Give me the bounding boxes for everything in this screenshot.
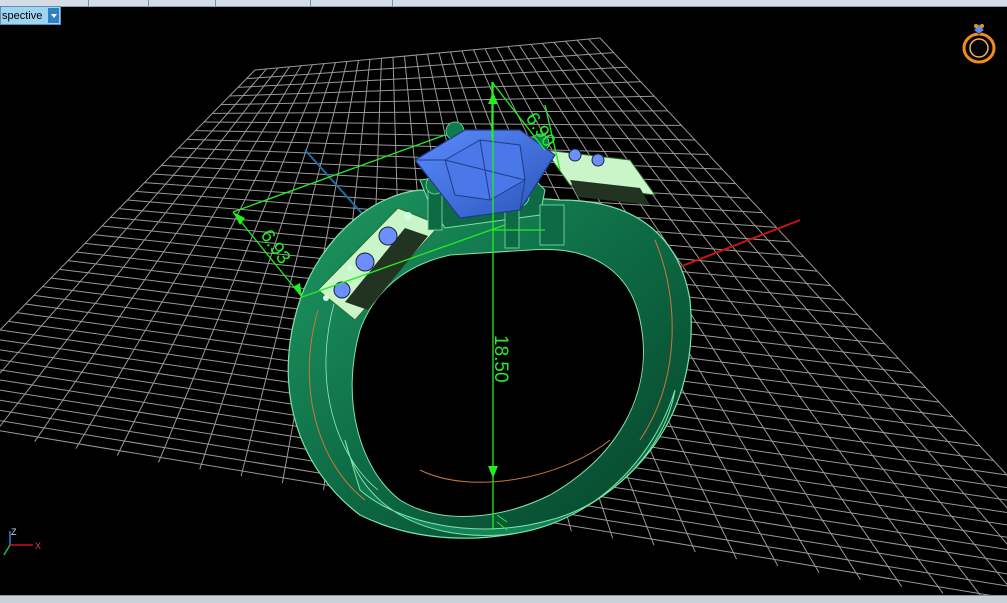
dimension-arrowhead: [293, 283, 302, 297]
side-stone: [569, 149, 581, 161]
ring-navigator-icon[interactable]: [958, 20, 1000, 66]
dimension-label-height: 18.50: [490, 335, 511, 383]
axis-x-label: X: [35, 541, 41, 551]
side-stone: [592, 154, 604, 166]
grid-line: [255, 38, 600, 70]
3d-viewport[interactable]: 6.90 6.93 18.50: [0, 0, 1007, 602]
prong-bead: [323, 295, 329, 301]
dimension-arrowhead: [233, 212, 245, 225]
ring-model[interactable]: [288, 122, 691, 538]
dimension-arrowhead: [488, 92, 498, 104]
grid-line: [0, 70, 255, 421]
prong-bead: [347, 265, 353, 271]
grid-line: [0, 68, 278, 435]
axis-tripod-icon: Z X: [0, 525, 50, 560]
grid-line: [35, 67, 290, 442]
grid-line: [221, 96, 654, 104]
axis-z-label: Z: [11, 527, 17, 537]
prong-bead: [404, 212, 412, 220]
grid-line: [196, 131, 695, 140]
center-prong: [540, 205, 564, 245]
side-stone: [379, 227, 397, 245]
side-stone: [356, 253, 374, 271]
